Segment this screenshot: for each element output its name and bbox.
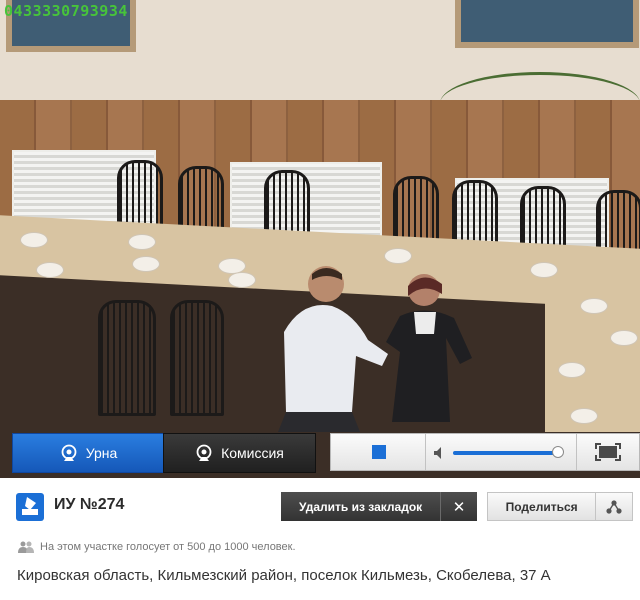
plate	[132, 256, 160, 272]
plate	[228, 272, 256, 288]
volume-slider-knob[interactable]	[552, 446, 564, 458]
speaker-icon[interactable]	[433, 446, 447, 460]
plate	[580, 298, 608, 314]
player-controls	[330, 433, 640, 471]
camera-tab-label: Урна	[85, 445, 118, 461]
remove-bookmark-button[interactable]: Удалить из закладок ✕	[281, 492, 477, 521]
plate	[36, 262, 64, 278]
plate	[530, 262, 558, 278]
people-icon	[18, 541, 34, 553]
chair	[170, 300, 224, 416]
close-icon[interactable]: ✕	[440, 492, 477, 521]
camera-tab-label: Комиссия	[221, 445, 284, 461]
station-address: Кировская область, Кильмезский район, по…	[17, 567, 551, 584]
share-button[interactable]: Поделиться	[487, 492, 633, 521]
webcam-icon	[196, 444, 212, 461]
wall-painting	[455, 0, 639, 48]
webcam-icon	[61, 444, 77, 461]
plate	[558, 362, 586, 378]
share-label: Поделиться	[505, 499, 578, 514]
voters-info: На этом участке голосует от 500 до 1000 …	[18, 541, 296, 553]
chair	[98, 300, 156, 416]
voters-text: На этом участке голосует от 500 до 1000 …	[40, 541, 296, 553]
stop-button[interactable]	[331, 434, 426, 470]
camera-tab-urna[interactable]: Урна	[12, 433, 165, 473]
fullscreen-button[interactable]	[576, 434, 639, 470]
camera-tab-komissiya[interactable]: Комиссия	[163, 433, 316, 473]
seated-man	[278, 266, 388, 432]
station-title: ИУ №274	[54, 496, 125, 513]
plate	[128, 234, 156, 250]
seated-woman	[386, 274, 472, 422]
volume-slider-track[interactable]	[453, 451, 558, 455]
remove-bookmark-label: Удалить из закладок	[299, 499, 423, 514]
stop-icon	[372, 445, 386, 459]
plate	[20, 232, 48, 248]
plate	[570, 408, 598, 424]
video-frame[interactable]: 0433330793934	[0, 0, 640, 478]
fullscreen-icon	[595, 443, 621, 461]
stream-id-overlay: 0433330793934	[4, 2, 128, 20]
plate	[610, 330, 638, 346]
ballot-box-icon	[16, 493, 44, 521]
share-icon	[595, 493, 632, 520]
